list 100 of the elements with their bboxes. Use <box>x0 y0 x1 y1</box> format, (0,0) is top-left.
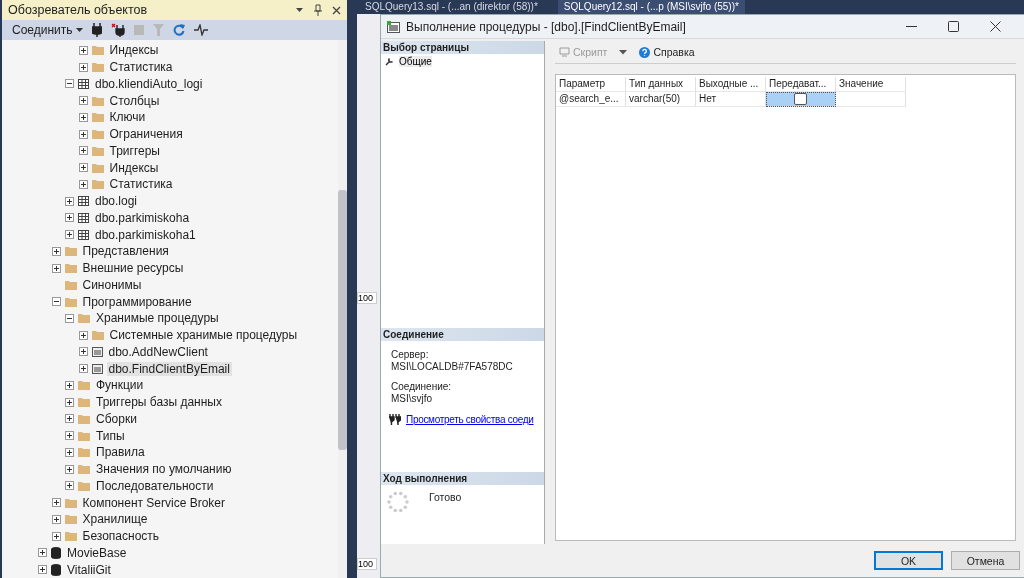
refresh-icon[interactable] <box>172 24 185 37</box>
expand-icon[interactable] <box>78 96 88 106</box>
checkbox-cell[interactable] <box>766 92 836 107</box>
activity-icon[interactable] <box>193 24 208 37</box>
tree-item[interactable]: Представления <box>80 244 171 259</box>
column-header[interactable]: Выходные ... <box>696 77 766 92</box>
plug-icon[interactable] <box>91 23 102 38</box>
collapse-icon[interactable] <box>65 79 74 89</box>
editor-tab[interactable]: SQLQuery12.sql - (...p (MSI\svjfo (55))* <box>557 0 745 14</box>
disconnect-icon[interactable] <box>110 23 125 38</box>
tree-item[interactable]: Безопасность <box>80 529 162 544</box>
tree-item[interactable]: Хранимые процедуры <box>94 311 221 326</box>
maximize-icon[interactable] <box>948 21 959 32</box>
expand-icon[interactable] <box>78 45 88 55</box>
expand-icon[interactable] <box>65 196 74 206</box>
tree-item[interactable]: MovieBase <box>65 545 129 560</box>
expand-icon[interactable] <box>65 464 74 474</box>
page-item[interactable]: Общие <box>399 56 432 67</box>
tree-item[interactable]: Ключи <box>107 110 148 125</box>
connect-button[interactable]: Соединить <box>12 23 83 38</box>
tree-item[interactable]: Индексы <box>107 43 161 58</box>
tree-item[interactable]: dbo.FindClientByEmail <box>106 361 232 376</box>
expand-icon[interactable] <box>38 565 47 575</box>
expand-icon[interactable] <box>65 481 74 491</box>
expand-icon[interactable] <box>65 213 74 223</box>
tree-item[interactable]: VitaliiGit <box>65 562 113 577</box>
tree-item[interactable]: Триггеры базы данных <box>94 395 224 410</box>
info-label: Сервер: <box>391 349 430 361</box>
tree-item[interactable]: Последовательности <box>94 478 216 493</box>
procedure-icon <box>91 363 103 374</box>
tree-item[interactable]: Статистика <box>107 60 175 75</box>
expand-icon[interactable] <box>78 179 88 189</box>
expand-icon[interactable] <box>78 364 88 374</box>
expand-icon[interactable] <box>65 380 74 390</box>
dialog-button[interactable]: Отмена <box>951 551 1020 570</box>
properties-link[interactable]: Просмотреть свойства соеди <box>406 414 534 425</box>
tree-item[interactable]: Индексы <box>107 160 161 175</box>
tree-item[interactable]: Функции <box>94 378 146 393</box>
tree-item[interactable]: Правила <box>94 445 147 460</box>
expand-icon[interactable] <box>78 146 88 156</box>
expand-icon[interactable] <box>51 531 61 541</box>
expand-icon[interactable] <box>78 112 88 122</box>
pin-icon[interactable] <box>314 4 322 17</box>
tree-item[interactable]: dbo.parkimiskoha <box>93 210 192 225</box>
spinner-icon <box>387 491 409 513</box>
tree-item[interactable]: dbo.kliendiAuto_logi <box>93 76 205 91</box>
tree-item[interactable]: Программирование <box>80 294 194 309</box>
dropdown-icon[interactable] <box>619 49 628 55</box>
dialog-button[interactable]: OK <box>874 551 943 570</box>
expand-icon[interactable] <box>78 347 88 357</box>
tree-item[interactable]: dbo.AddNewClient <box>106 344 210 359</box>
expand-icon[interactable] <box>38 548 47 558</box>
folder-icon <box>64 246 77 257</box>
column-header[interactable]: Параметр <box>556 77 626 92</box>
column-header[interactable]: Тип данных <box>626 77 696 92</box>
scrollbar[interactable] <box>338 40 347 578</box>
progress-status: Готово <box>429 491 462 503</box>
expand-icon[interactable] <box>65 230 74 240</box>
expand-icon[interactable] <box>51 263 61 273</box>
wrench-icon <box>385 57 394 66</box>
checkbox[interactable] <box>794 93 807 105</box>
expand-icon[interactable] <box>65 397 74 407</box>
tree-item[interactable]: Ограничения <box>107 127 185 142</box>
tree-item[interactable]: Системные хранимые процедуры <box>107 328 300 343</box>
expand-icon[interactable] <box>51 246 61 256</box>
tree-item[interactable]: Внешние ресурсы <box>80 261 186 276</box>
expand-icon[interactable] <box>78 163 88 173</box>
section-header: Соединение <box>381 328 544 341</box>
tree-item[interactable]: Статистика <box>107 177 175 192</box>
expand-icon[interactable] <box>78 129 88 139</box>
dropdown-icon[interactable] <box>295 7 304 14</box>
tree-item[interactable]: Компонент Service Broker <box>80 495 228 510</box>
folder-icon <box>78 380 90 391</box>
tree-item[interactable]: dbo.logi <box>93 194 140 209</box>
expand-icon[interactable] <box>65 447 74 457</box>
help-button[interactable]: Справка <box>639 46 695 58</box>
expand-icon[interactable] <box>78 330 88 340</box>
tree-item[interactable]: dbo.parkimiskoha1 <box>93 227 198 242</box>
tree-item[interactable]: Значения по умолчанию <box>94 462 234 477</box>
editor-tab[interactable]: SQLQuery13.sql - (...an (direktor (58))* <box>359 0 544 14</box>
tree-item[interactable]: Сборки <box>94 411 139 426</box>
collapse-icon[interactable] <box>51 297 61 307</box>
zoom-field[interactable]: 100 <box>357 292 377 304</box>
table-icon <box>78 196 89 207</box>
zoom-field[interactable]: 100 <box>357 558 377 570</box>
tree-item[interactable]: Типы <box>94 428 127 443</box>
tree-item[interactable]: Триггеры <box>107 143 162 158</box>
collapse-icon[interactable] <box>65 313 74 323</box>
tree-item[interactable]: Столбцы <box>107 93 162 108</box>
expand-icon[interactable] <box>65 414 74 424</box>
close-icon[interactable] <box>990 21 1001 32</box>
expand-icon[interactable] <box>51 498 61 508</box>
expand-icon[interactable] <box>78 62 88 72</box>
expand-icon[interactable] <box>51 514 61 524</box>
column-header[interactable]: Значение <box>836 77 906 92</box>
expand-icon[interactable] <box>65 431 74 441</box>
tree-item[interactable]: Синонимы <box>80 277 144 292</box>
tree-item[interactable]: Хранилище <box>80 512 150 527</box>
close-icon[interactable] <box>332 5 341 15</box>
section-header: Ход выполнения <box>381 472 544 485</box>
